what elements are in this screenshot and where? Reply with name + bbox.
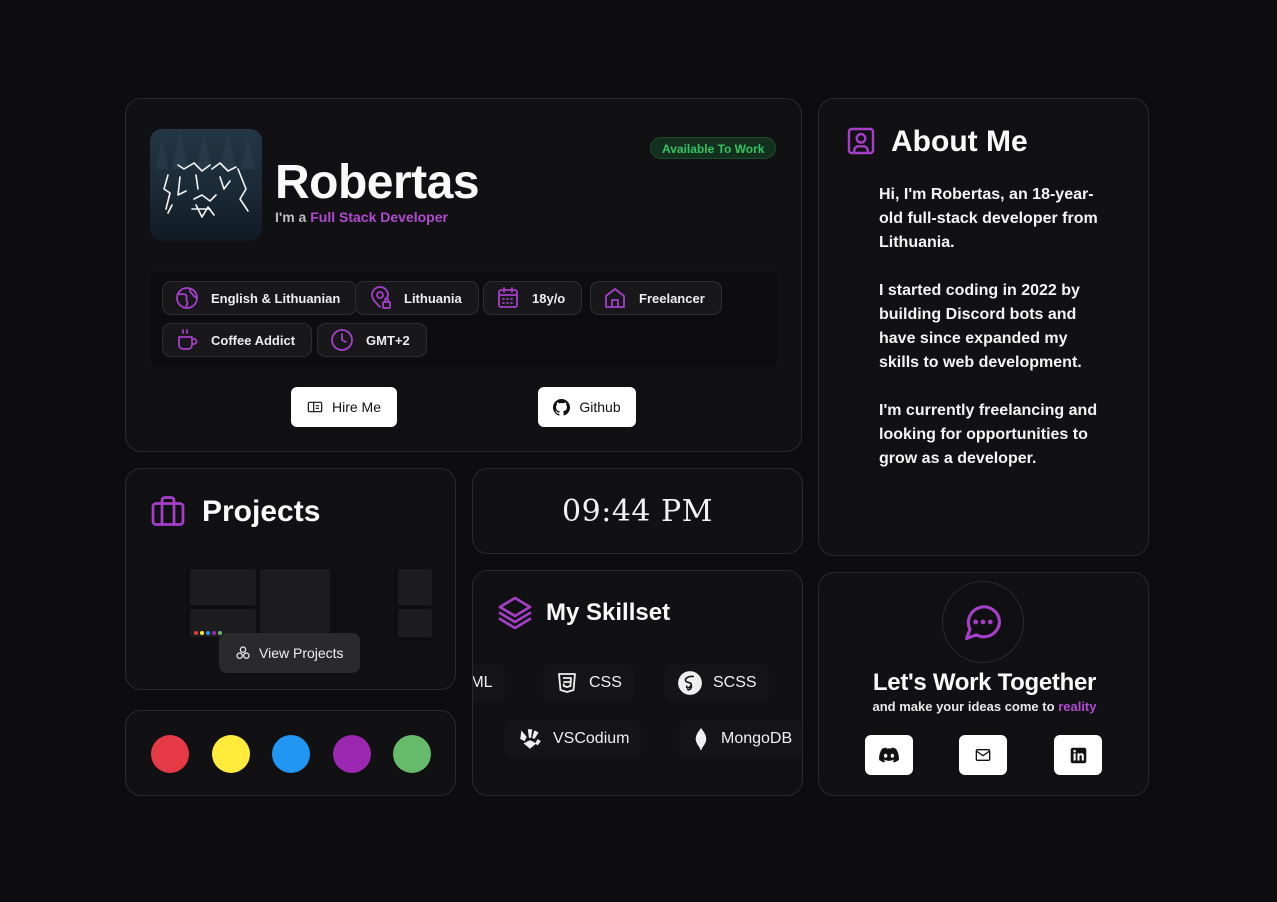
mail-icon (975, 749, 991, 761)
profile-name: Robertas (275, 156, 480, 209)
skill-chip-vscodium: VSCodium (505, 720, 642, 758)
user-square-icon (847, 127, 875, 155)
subtitle-prefix: and make your ideas come to (872, 699, 1055, 714)
info-tags: English & Lithuanian Lithuania 18y/o Fre… (150, 271, 778, 367)
role-prefix: I'm a (275, 209, 307, 225)
about-text: Hi, I'm Robertas, an 18-year-old full-st… (879, 183, 1109, 495)
tag-timezone: GMT+2 (317, 323, 427, 357)
tag-label: GMT+2 (366, 332, 410, 348)
avatar (150, 129, 262, 241)
tag-label: Freelancer (639, 290, 705, 306)
view-projects-button[interactable]: View Projects (219, 633, 360, 673)
skill-label: SCSS (713, 674, 757, 691)
contact-subtitle: and make your ideas come to reality (819, 699, 1148, 714)
globe-icon (176, 287, 198, 309)
message-circle-icon (964, 605, 1002, 641)
clock-card: 09:44 PM (472, 468, 803, 554)
tag-label: 18y/o (532, 290, 566, 306)
skills-card: My Skillset HTML CSS SCSS VSCodium Mongo… (472, 570, 803, 796)
status-badge: Available To Work (650, 137, 777, 159)
skills-title: My Skillset (546, 599, 671, 626)
tag-work: Freelancer (590, 281, 722, 315)
profile-role: I'm a Full Stack Developer (275, 209, 448, 225)
linkedin-button[interactable] (1054, 735, 1102, 775)
skill-label: VSCodium (553, 730, 630, 747)
about-paragraph: Hi, I'm Robertas, an 18-year-old full-st… (879, 186, 1098, 251)
skill-chip-html: HTML (472, 664, 505, 702)
about-paragraph: I'm currently freelancing and looking fo… (879, 402, 1098, 467)
color-swatch[interactable] (272, 735, 310, 773)
home-icon (605, 288, 625, 308)
color-swatch[interactable] (151, 735, 189, 773)
css3-icon (558, 673, 576, 693)
map-pin-icon (371, 286, 391, 309)
tag-label: English & Lithuanian (211, 290, 341, 306)
projects-title: Projects (202, 495, 321, 528)
email-button[interactable] (959, 735, 1007, 775)
subtitle-accent: reality (1058, 699, 1097, 714)
skill-chip-mongodb: MongoDB (679, 720, 802, 758)
briefcase-icon (151, 496, 185, 526)
clock-time: 09:44 PM (562, 493, 713, 529)
tag-age: 18y/o (483, 281, 583, 315)
discord-button[interactable] (865, 735, 913, 775)
boxes-icon (236, 646, 250, 659)
coffee-icon (178, 329, 198, 350)
color-swatch[interactable] (212, 735, 250, 773)
projects-card: Projects View Projects (125, 468, 456, 690)
hire-me-button[interactable]: Hire Me (291, 387, 397, 427)
profile-card: Robertas I'm a Full Stack Developer Avai… (125, 98, 802, 452)
ticket-icon (307, 401, 323, 413)
layers-icon (498, 596, 532, 630)
skill-chip-scss: SCSS (665, 664, 769, 702)
skill-label: HTML (472, 674, 493, 691)
skill-label: MongoDB (721, 730, 793, 747)
color-swatch[interactable] (393, 735, 431, 773)
about-title: About Me (891, 125, 1028, 158)
chat-bubble (942, 581, 1024, 663)
role-highlight: Full Stack Developer (310, 209, 448, 225)
color-swatch[interactable] (333, 735, 371, 773)
github-label: Github (579, 399, 621, 415)
vscodium-icon (520, 729, 541, 749)
tag-label: Coffee Addict (211, 332, 296, 348)
about-paragraph: I started coding in 2022 by building Dis… (879, 282, 1082, 371)
skill-chip-css: CSS (543, 664, 634, 702)
view-projects-label: View Projects (259, 645, 344, 661)
mongodb-leaf-icon (695, 728, 707, 750)
tag-location: Lithuania (355, 281, 479, 315)
tag-languages: English & Lithuanian (162, 281, 358, 315)
about-card: About Me Hi, I'm Robertas, an 18-year-ol… (818, 98, 1149, 556)
tag-label: Lithuania (404, 290, 462, 306)
calendar-icon (498, 287, 518, 308)
clock-icon (331, 329, 353, 351)
color-palette-card (125, 710, 456, 796)
github-icon (553, 398, 571, 416)
linkedin-icon (1070, 747, 1086, 763)
project-thumbnail[interactable] (186, 565, 336, 643)
contact-card: Let's Work Together and make your ideas … (818, 572, 1149, 796)
tag-coffee: Coffee Addict (162, 323, 313, 357)
skill-label: CSS (589, 674, 622, 691)
github-button[interactable]: Github (538, 387, 636, 427)
hire-me-label: Hire Me (331, 399, 381, 415)
project-thumbnail[interactable] (394, 565, 432, 643)
contact-title: Let's Work Together (872, 669, 1097, 696)
sass-icon (678, 671, 702, 695)
discord-icon (879, 747, 899, 763)
